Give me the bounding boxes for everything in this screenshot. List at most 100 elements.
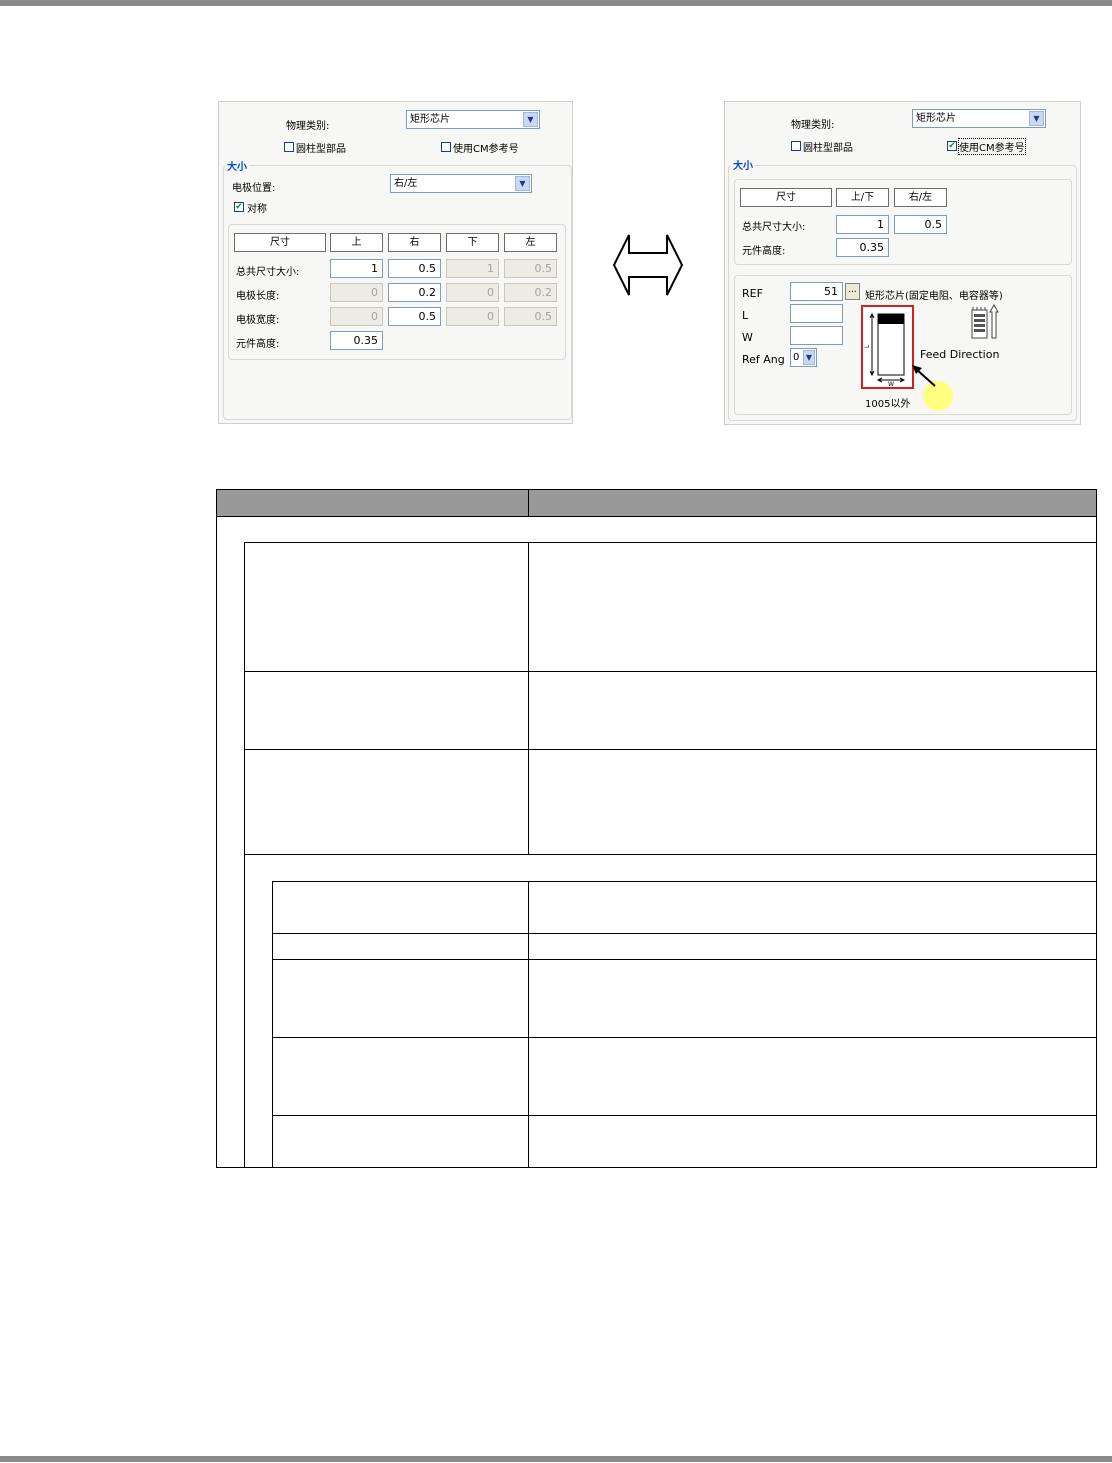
double-arrow-icon (612, 234, 684, 296)
electrode-length-top-field: 0 (330, 283, 383, 302)
electrode-length-right-field[interactable]: 0.2 (388, 283, 441, 302)
l-field[interactable] (790, 304, 843, 323)
chip-dimension-diagram: L W (861, 305, 914, 389)
use-cm-label: 使用CM参考号 (958, 138, 1026, 155)
use-cm-label: 使用CM参考号 (453, 144, 519, 155)
table-cell (243, 671, 530, 750)
use-cm-checkbox[interactable]: ✔ (947, 141, 957, 151)
chevron-down-icon[interactable]: ▼ (523, 112, 538, 127)
table-header-item (215, 489, 530, 517)
table-row (215, 516, 1098, 543)
physical-type-label: 物理类别: (791, 120, 835, 131)
table-cell (528, 1115, 1098, 1168)
indent-cell (244, 881, 273, 1168)
total-size-bottom-field: 1 (446, 259, 499, 278)
ref-browse-button[interactable]: ... (845, 283, 860, 300)
left-settings-panel: 物理类别: 矩形芯片 ▼ 圆柱型部品 使用CM参考号 大小 电极位置: 右/左 … (218, 101, 573, 424)
electrode-width-bottom-field: 0 (446, 307, 499, 326)
physical-type-select[interactable]: 矩形芯片 ▼ (912, 109, 1046, 128)
ref-label: REF (742, 287, 763, 300)
physical-type-label: 物理类别: (286, 121, 330, 132)
electrode-position-label: 电极位置: (232, 183, 276, 194)
electrode-position-select[interactable]: 右/左 ▼ (390, 174, 532, 193)
total-size-top-field[interactable]: 1 (330, 259, 383, 278)
total-size-right-left-field[interactable]: 0.5 (894, 215, 947, 234)
bottom-rule (0, 1456, 1112, 1462)
size-group-label: 大小 (731, 157, 755, 172)
feed-direction-label: Feed Direction (920, 348, 1000, 361)
column-header-size: 尺寸 (234, 233, 326, 252)
table-row (217, 881, 1098, 1168)
electrode-length-label: 电极长度: (236, 291, 280, 302)
cylinder-label: 圆柱型部品 (803, 143, 853, 154)
column-header-left: 左 (504, 233, 557, 252)
table-row (217, 1115, 1098, 1168)
column-header-size: 尺寸 (740, 188, 832, 207)
ref-ang-label: Ref Ang (742, 353, 785, 366)
table-cell (528, 933, 1098, 960)
table-cell (528, 542, 1098, 672)
l-label: L (742, 309, 749, 322)
component-height-label: 元件高度: (742, 246, 786, 257)
cylinder-checkbox[interactable] (791, 141, 801, 151)
total-size-right-field[interactable]: 0.5 (388, 259, 441, 278)
size-group-label: 大小 (225, 158, 249, 173)
top-rule (0, 0, 1112, 6)
symmetric-checkbox[interactable]: ✔ (234, 202, 244, 212)
total-size-label: 总共尺寸大小: (236, 267, 300, 278)
ref-field[interactable]: 51 (790, 282, 843, 301)
table-cell (528, 881, 1098, 934)
total-size-label: 总共尺寸大小: (742, 222, 806, 233)
chevron-down-icon[interactable]: ▼ (1029, 111, 1044, 126)
column-header-top-bottom: 上/下 (836, 188, 889, 207)
electrode-position-value: 右/左 (394, 178, 418, 189)
total-size-top-bottom-field[interactable]: 1 (836, 215, 889, 234)
right-settings-panel: 物理类别: 矩形芯片 ▼ 圆柱型部品 ✔ 使用CM参考号 大小 尺寸 上/下 右… (724, 101, 1081, 425)
section-row (215, 516, 1098, 543)
indent-cell (216, 542, 245, 1168)
column-header-bottom: 下 (446, 233, 499, 252)
table-row (217, 933, 1098, 960)
physical-type-select[interactable]: 矩形芯片 ▼ (406, 110, 540, 129)
column-header-right-left: 右/左 (894, 188, 947, 207)
feed-direction-icon (971, 304, 999, 339)
chevron-down-icon[interactable]: ▼ (515, 176, 530, 191)
electrode-width-right-field[interactable]: 0.5 (388, 307, 441, 326)
table-row (216, 542, 1098, 1168)
cylinder-label: 圆柱型部品 (296, 144, 346, 155)
column-header-right: 右 (388, 233, 441, 252)
w-field[interactable] (790, 326, 843, 345)
component-height-field[interactable]: 0.35 (330, 331, 383, 350)
diagram-w-label: W (888, 381, 894, 388)
symmetric-label: 对称 (247, 204, 267, 215)
w-label: W (742, 331, 753, 344)
use-cm-checkbox[interactable] (441, 142, 451, 152)
electrode-width-left-field: 0.5 (504, 307, 557, 326)
table-cell (243, 542, 530, 672)
table-row (217, 959, 1098, 1038)
component-height-field[interactable]: 0.35 (836, 238, 889, 257)
table-cell (528, 1037, 1098, 1116)
column-header-top: 上 (330, 233, 383, 252)
table-cell (271, 1037, 530, 1116)
table-row (217, 854, 1098, 882)
ref-ang-select[interactable]: 0 ▼ (790, 348, 817, 367)
chevron-down-icon[interactable]: ▼ (803, 350, 815, 365)
specification-table (215, 489, 1098, 1168)
cylinder-checkbox[interactable] (284, 142, 294, 152)
physical-type-value: 矩形芯片 (916, 113, 956, 124)
electrode-length-left-field: 0.2 (504, 283, 557, 302)
electrode-width-top-field: 0 (330, 307, 383, 326)
table-cell (271, 959, 530, 1038)
table-cell (271, 1115, 530, 1168)
electrode-length-bottom-field: 0 (446, 283, 499, 302)
total-size-left-field: 0.5 (504, 259, 557, 278)
table-header-description (528, 489, 1098, 517)
electrode-width-label: 电极宽度: (236, 315, 280, 326)
ref-ang-value: 0 (793, 352, 800, 363)
physical-type-value: 矩形芯片 (410, 114, 450, 125)
table-header-row (215, 489, 1098, 517)
table-cell (271, 881, 530, 934)
callout-arrow-icon (912, 365, 936, 387)
table-row (217, 1037, 1098, 1116)
